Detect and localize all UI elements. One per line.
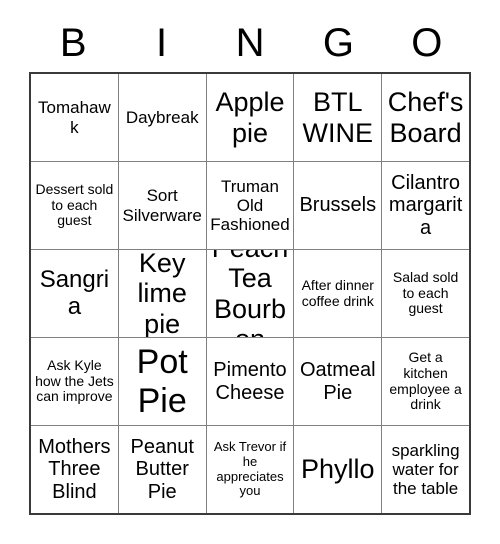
bingo-cell-label: Peanut Butter Pie	[130, 435, 194, 503]
bingo-header-row: B I N G O	[29, 14, 471, 72]
bingo-cell[interactable]: Dessert sold to each guest	[31, 162, 118, 249]
bingo-cell[interactable]: Pimento Cheese	[205, 338, 294, 425]
bingo-cell-label: Sort Silverware	[122, 186, 202, 225]
bingo-cell[interactable]: Sort Silverware	[117, 162, 206, 249]
bingo-cell[interactable]: Pot Pie	[117, 338, 206, 425]
bingo-cell-label: Peach Tea Bourbon	[212, 250, 289, 337]
bingo-cell[interactable]: Key lime pie	[117, 250, 206, 337]
bingo-cell[interactable]: BTL WINE	[293, 74, 382, 161]
bingo-cell-label: Get a kitchen employee a drink	[389, 349, 462, 413]
bingo-cell[interactable]: Phyllo	[293, 426, 382, 513]
bingo-cell[interactable]: Get a kitchen employee a drink	[381, 338, 469, 425]
bingo-cell-label: Sangria	[39, 265, 110, 320]
bingo-cell-label: Oatmeal Pie	[299, 359, 376, 404]
bingo-cell[interactable]: Apple pie	[205, 74, 294, 161]
bingo-cell-label: Tomahawk	[38, 98, 111, 137]
bingo-cell-label: Pimento Cheese	[213, 359, 287, 404]
bingo-cell-label: Pot Pie	[136, 343, 188, 420]
bingo-cell[interactable]: Brussels	[293, 162, 382, 249]
bingo-cell-label: Mothers Three Blind	[38, 435, 111, 503]
bingo-cell[interactable]: After dinner coffee drink	[293, 250, 382, 337]
bingo-cell[interactable]: sparkling water for the table	[381, 426, 469, 513]
bingo-cell[interactable]: Peach Tea Bourbon	[205, 250, 294, 337]
bingo-cell[interactable]: Cilantro margarita	[381, 162, 469, 249]
bingo-row: Dessert sold to each guest Sort Silverwa…	[31, 161, 469, 249]
bingo-cell-label: Brussels	[299, 194, 377, 217]
bingo-cell[interactable]: Tomahawk	[31, 74, 118, 161]
bingo-cell-label: Ask Kyle how the Jets can improve	[35, 356, 114, 405]
bingo-cell-label: Salad sold to each guest	[392, 268, 459, 317]
bingo-grid: Tomahawk Daybreak Apple pie BTL WINE Che…	[29, 72, 471, 515]
bingo-header-letter-n: N	[235, 21, 265, 65]
bingo-cell[interactable]: Chef's Board	[381, 74, 469, 161]
bingo-card: B I N G O Tomahawk Daybreak Apple pie BT…	[0, 0, 500, 544]
bingo-cell[interactable]: Sangria	[31, 250, 118, 337]
bingo-cell-label: sparkling water for the table	[391, 440, 460, 499]
bingo-cell[interactable]: Salad sold to each guest	[381, 250, 469, 337]
bingo-row: Ask Kyle how the Jets can improve Pot Pi…	[31, 337, 469, 425]
bingo-cell-label: Apple pie	[215, 87, 285, 148]
bingo-cell[interactable]: Ask Trevor if he appreciates you	[205, 426, 294, 513]
bingo-cell-label: Cilantro margarita	[388, 171, 463, 239]
bingo-cell[interactable]: Truman Old Fashioned	[205, 162, 294, 249]
bingo-header-letter-b: B	[59, 21, 87, 65]
bingo-cell-label: Chef's Board	[387, 87, 464, 148]
bingo-cell-label: Truman Old Fashioned	[210, 176, 290, 235]
bingo-cell-label: Dessert sold to each guest	[35, 180, 114, 229]
bingo-cell-label: After dinner coffee drink	[301, 276, 374, 309]
bingo-cell[interactable]: Mothers Three Blind	[31, 426, 118, 513]
bingo-cell[interactable]: Ask Kyle how the Jets can improve	[31, 338, 118, 425]
bingo-cell-label: Phyllo	[301, 454, 375, 485]
bingo-header-letter-g: G	[322, 21, 354, 65]
bingo-cell[interactable]: Daybreak	[117, 74, 206, 161]
bingo-row: Sangria Key lime pie Peach Tea Bourbon A…	[31, 249, 469, 337]
bingo-cell[interactable]: Peanut Butter Pie	[117, 426, 206, 513]
bingo-row: Mothers Three Blind Peanut Butter Pie As…	[31, 425, 469, 513]
bingo-cell-label: BTL WINE	[302, 87, 374, 148]
bingo-cell-label: Ask Trevor if he appreciates you	[213, 439, 287, 499]
bingo-cell-label: Daybreak	[125, 107, 199, 127]
bingo-cell[interactable]: Oatmeal Pie	[293, 338, 382, 425]
bingo-row: Tomahawk Daybreak Apple pie BTL WINE Che…	[31, 74, 469, 161]
bingo-cell-label: Key lime pie	[137, 250, 187, 337]
bingo-header-letter-o: O	[411, 21, 443, 65]
bingo-header-letter-i: I	[156, 21, 168, 65]
